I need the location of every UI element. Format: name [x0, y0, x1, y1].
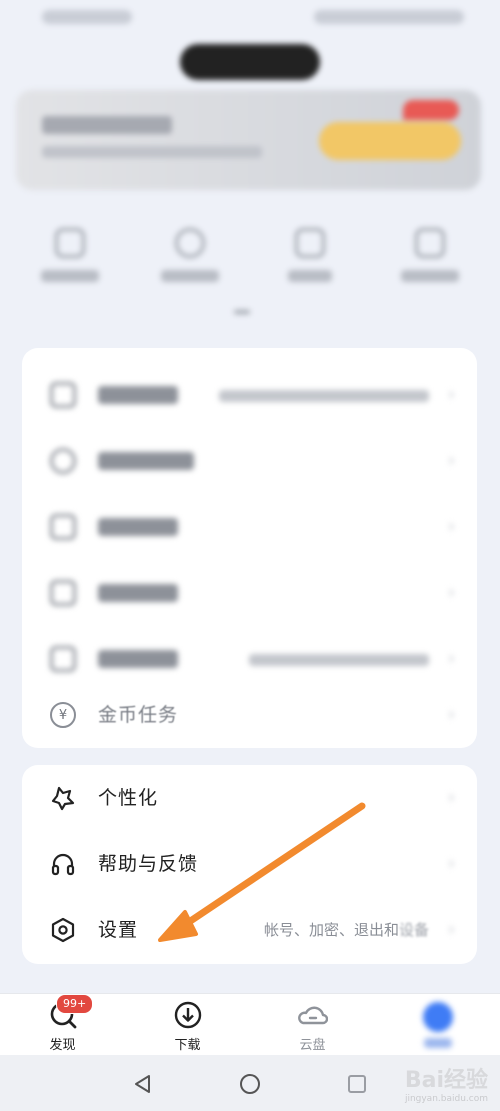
status-left [42, 10, 132, 24]
vip-subtitle-placeholder [42, 146, 262, 158]
watermark: Bai经验 jingyan.baidu.com [404, 1068, 488, 1104]
menu-item-settings[interactable]: 设置 帐号、加密、退出和设备 › [22, 897, 477, 963]
list-item-icon [50, 514, 76, 540]
list-item-icon [50, 646, 76, 672]
vip-card[interactable] [16, 90, 481, 190]
home-icon[interactable] [239, 1073, 261, 1095]
settings-subtitle: 帐号、加密、退出和设备 [263, 921, 429, 939]
coin-task-item[interactable]: ¥ 金币任务 › [22, 682, 477, 748]
more-indicator [234, 310, 250, 314]
coin-icon: ¥ [50, 702, 76, 728]
menu-item-label: 设置 [98, 919, 139, 941]
vip-title-placeholder [42, 116, 172, 134]
recents-icon[interactable] [346, 1073, 368, 1095]
tab-label: 云盘 [299, 1038, 326, 1053]
cloud-icon [297, 1006, 328, 1025]
menu-item-help[interactable]: 帮助与反馈 › [22, 831, 477, 897]
tab-label: 发现 [49, 1038, 76, 1053]
chevron-right-icon: › [447, 648, 455, 669]
star-badge-icon [51, 786, 75, 811]
coin-task-label: 金币任务 [98, 704, 179, 726]
chevron-right-icon: › [447, 853, 455, 874]
chevron-right-icon: › [447, 919, 455, 940]
chevron-right-icon: › [447, 516, 455, 537]
menu-item-label: 帮助与反馈 [98, 853, 199, 875]
list-item[interactable]: › [22, 362, 477, 428]
quick-action-icon [175, 228, 205, 258]
vip-open-button[interactable] [319, 122, 461, 160]
back-icon[interactable] [132, 1073, 154, 1095]
tab-label-placeholder [423, 1038, 452, 1048]
quick-action-icon [295, 228, 325, 258]
chevron-right-icon: › [447, 582, 455, 603]
list-item[interactable]: › [22, 428, 477, 494]
notification-badge: 99+ [56, 994, 94, 1014]
quick-action-icon [415, 228, 445, 258]
tab-cloud[interactable]: 云盘 [250, 994, 375, 1056]
status-bar [0, 0, 500, 36]
list-item-icon [50, 580, 76, 606]
quick-action[interactable] [140, 228, 240, 308]
main-menu-card: 个性化 › 帮助与反馈 › 设置 帐号、加密、退出和设备 › [22, 765, 477, 964]
promo-pill[interactable]: ​ [180, 44, 320, 80]
tab-download[interactable]: 下载 [125, 994, 250, 1056]
bottom-tab-bar: 99+ 发现 下载 云盘 [0, 993, 500, 1056]
quick-action[interactable] [20, 228, 120, 308]
secondary-menu-card: › › › › › ¥ 金币任务 › [22, 348, 477, 748]
tab-label: 下载 [174, 1038, 201, 1053]
status-right [314, 10, 464, 24]
list-item[interactable]: › [22, 560, 477, 626]
chevron-right-icon: › [447, 450, 455, 471]
list-item-icon [50, 382, 76, 408]
download-icon [174, 1001, 201, 1029]
headphones-icon [51, 853, 75, 876]
quick-action[interactable] [380, 228, 480, 308]
quick-actions [20, 228, 480, 308]
menu-item-personalize[interactable]: 个性化 › [22, 765, 477, 831]
tab-discover[interactable]: 99+ 发现 [0, 994, 125, 1056]
me-icon [422, 1002, 453, 1032]
menu-item-label: 个性化 [98, 787, 159, 809]
vip-tag [403, 100, 459, 120]
list-item[interactable]: › [22, 494, 477, 560]
chevron-right-icon: › [447, 787, 455, 808]
hexagon-settings-icon [51, 917, 75, 943]
quick-action-icon [55, 228, 85, 258]
quick-action[interactable] [260, 228, 360, 308]
chevron-right-icon: › [447, 384, 455, 405]
chevron-right-icon: › [447, 704, 455, 725]
tab-me[interactable] [375, 994, 500, 1056]
list-item-icon [50, 448, 76, 474]
